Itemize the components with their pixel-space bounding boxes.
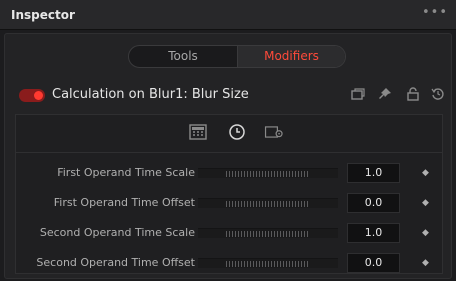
param-value-input[interactable]: 1.0 [347,163,400,183]
param-slider[interactable] [198,228,338,238]
clock-icon[interactable] [226,123,248,141]
param-label: First Operand Time Offset [53,196,195,209]
lock-icon[interactable] [405,86,421,102]
param-value-input[interactable]: 0.0 [347,253,400,273]
window-icon[interactable] [350,86,366,102]
modifier-controls: First Operand Time Scale 1.0 ◆ First Ope… [15,114,443,274]
inspector-titlebar: Inspector ••• [0,0,456,30]
param-row: Second Operand Time Scale 1.0 ◆ [16,222,444,244]
inspector-panel: Tools Modifiers Calculation on Blur1: Bl… [4,33,452,279]
param-row: Second Operand Time Offset 0.0 ◆ [16,252,444,274]
param-value-input[interactable]: 0.0 [347,193,400,213]
tool-enable-toggle[interactable] [19,89,45,102]
keyframe-icon[interactable]: ◆ [422,168,429,178]
param-label: Second Operand Time Offset [36,256,195,269]
settings-panel-icon[interactable] [263,123,285,141]
tool-header: Calculation on Blur1: Blur Size [19,84,444,108]
param-slider[interactable] [198,198,338,208]
panel-title: Inspector [11,8,75,22]
control-tabs [16,115,442,153]
param-value-input[interactable]: 1.0 [347,223,400,243]
param-slider[interactable] [198,258,338,268]
param-slider[interactable] [198,168,338,178]
keyframe-icon[interactable]: ◆ [422,228,429,238]
calculator-icon[interactable] [187,123,209,141]
tool-title: Calculation on Blur1: Blur Size [52,87,249,102]
reset-icon[interactable] [430,86,446,102]
keyframe-icon[interactable]: ◆ [422,258,429,268]
param-row: First Operand Time Offset 0.0 ◆ [16,192,444,214]
param-row: First Operand Time Scale 1.0 ◆ [16,162,444,184]
more-options-icon[interactable]: ••• [422,5,448,20]
param-label: Second Operand Time Scale [39,226,195,239]
tab-modifiers[interactable]: Modifiers [237,46,345,67]
tab-tools[interactable]: Tools [129,46,237,67]
keyframe-icon[interactable]: ◆ [422,198,429,208]
param-label: First Operand Time Scale [57,166,195,179]
tools-modifiers-switch: Tools Modifiers [128,45,346,68]
pin-icon[interactable] [377,86,393,102]
